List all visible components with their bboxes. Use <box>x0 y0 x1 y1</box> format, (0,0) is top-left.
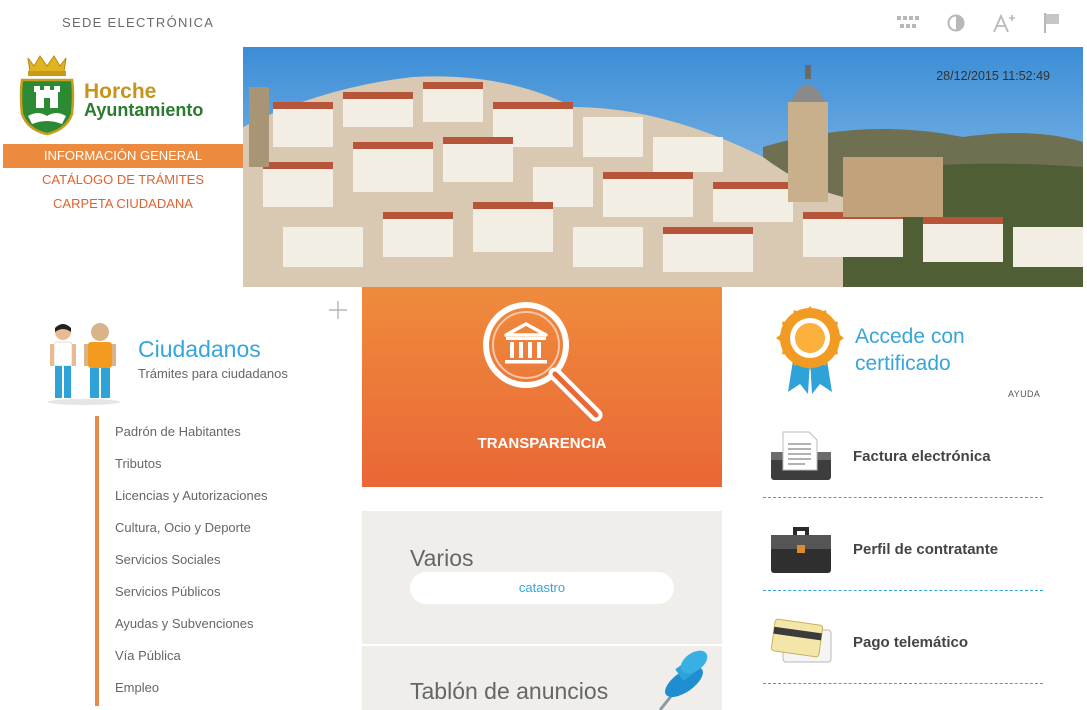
procedure-servicios-publicos[interactable]: Servicios Públicos <box>99 576 325 608</box>
main-nav: INFORMACIÓN GENERAL CATÁLOGO DE TRÁMITES… <box>3 144 243 216</box>
nav-item-carpeta-ciudadana[interactable]: CARPETA CIUDADANA <box>3 192 243 216</box>
transparencia-label: TRANSPARENCIA <box>477 435 607 452</box>
procedure-empleo[interactable]: Empleo <box>99 672 325 704</box>
town-panorama-image <box>243 47 1083 287</box>
horche-logo[interactable]: Horche Ayuntamiento <box>16 54 226 138</box>
tablon-title: Tablón de anuncios <box>410 678 609 704</box>
catastro-button[interactable]: catastro <box>410 572 674 604</box>
transparencia-tile[interactable]: TRANSPARENCIA <box>362 287 722 487</box>
nav-item-informacion-general[interactable]: INFORMACIÓN GENERAL <box>3 144 243 168</box>
briefcase-icon <box>769 523 833 577</box>
sitemap-icon[interactable] <box>895 12 921 34</box>
language-flag-icon[interactable] <box>1039 12 1065 34</box>
procedure-padron[interactable]: Padrón de Habitantes <box>99 416 325 448</box>
font-size-icon[interactable] <box>991 12 1017 34</box>
certificate-access-link[interactable]: Accede con certificado <box>855 323 1005 377</box>
varios-title: Varios <box>410 545 474 571</box>
pushpin-icon <box>638 650 718 710</box>
nav-item-catalogo-tramites[interactable]: CATÁLOGO DE TRÁMITES <box>3 168 243 192</box>
procedure-tributos[interactable]: Tributos <box>99 448 325 480</box>
help-link[interactable]: AYUDA <box>1008 389 1040 399</box>
ciudadanos-subtitle: Trámites para ciudadanos <box>138 366 288 381</box>
top-bar: SEDE ELECTRÓNICA <box>0 0 1087 46</box>
tablon-anuncios-panel[interactable]: Tablón de anuncios <box>362 646 722 710</box>
procedure-via-publica[interactable]: Vía Pública <box>99 640 325 672</box>
service-label: Factura electrónica <box>853 448 991 465</box>
procedure-cultura[interactable]: Cultura, Ocio y Deporte <box>99 512 325 544</box>
service-pago-telematico[interactable]: Pago telemático <box>763 604 1043 684</box>
logo-wordmark: Horche Ayuntamiento <box>84 80 204 120</box>
ciudadanos-procedures-list: Padrón de Habitantes Tributos Licencias … <box>95 416 325 706</box>
ciudadanos-title[interactable]: Ciudadanos <box>138 336 261 363</box>
citizens-people-icon <box>46 322 122 406</box>
service-label: Pago telemático <box>853 634 969 651</box>
service-perfil-contratante[interactable]: Perfil de contratante <box>763 511 1043 591</box>
procedure-ayudas[interactable]: Ayudas y Subvenciones <box>99 608 325 640</box>
expand-plus-icon[interactable] <box>328 300 348 320</box>
procedure-licencias[interactable]: Licencias y Autorizaciones <box>99 480 325 512</box>
varios-panel: Varios catastro <box>362 511 722 644</box>
service-label: Perfil de contratante <box>853 541 999 558</box>
hero-town-photo: 28/12/2015 11:52:49 <box>243 47 1083 287</box>
logo-line-2: Ayuntamiento <box>84 100 204 120</box>
service-factura-electronica[interactable]: Factura electrónica <box>763 418 1043 498</box>
contrast-icon[interactable] <box>943 12 969 34</box>
site-label: SEDE ELECTRÓNICA <box>62 15 215 30</box>
current-datetime: 28/12/2015 11:52:49 <box>936 69 1050 83</box>
credit-cards-icon <box>769 616 833 670</box>
accessibility-toolbar <box>895 12 1065 34</box>
logo-line-1: Horche <box>84 80 157 103</box>
certificate-badge-icon <box>774 304 846 396</box>
magnifier-building-icon <box>480 299 606 425</box>
invoice-printer-icon <box>769 430 833 484</box>
procedure-servicios-sociales[interactable]: Servicios Sociales <box>99 544 325 576</box>
coat-of-arms-icon <box>19 55 75 136</box>
